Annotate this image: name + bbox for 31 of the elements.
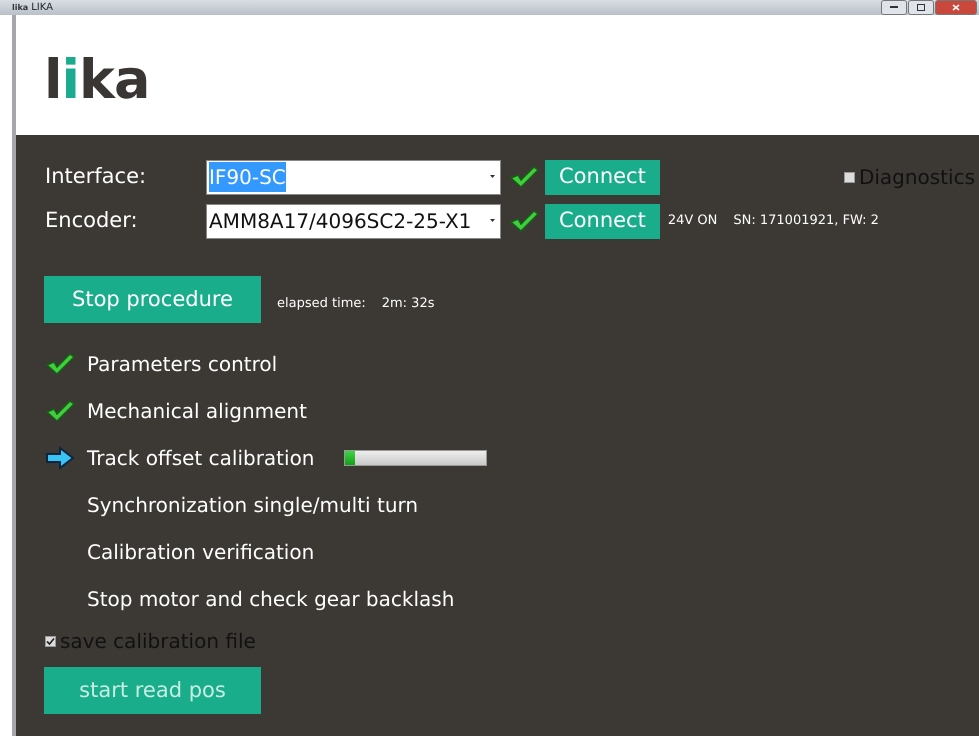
save-file-checkbox[interactable] (45, 636, 56, 646)
window-title: LIKA (31, 1, 53, 15)
app-icon: lika (12, 2, 28, 14)
logo: lika (44, 48, 150, 111)
close-button[interactable] (935, 0, 977, 15)
arrow-right-icon (45, 446, 75, 470)
check-icon (45, 398, 75, 422)
encoder-dropdown[interactable]: AMM8A17/4096SC2-25-X1 (206, 204, 501, 238)
check-icon (45, 352, 75, 376)
maximize-icon (917, 4, 925, 11)
interface-dropdown[interactable]: IF90-SC (206, 160, 501, 194)
connect-button[interactable]: Connect (545, 204, 660, 238)
step-label: Mechanical alignment (87, 398, 307, 424)
step-label: Stop motor and check gear backlash (87, 586, 454, 612)
diagnostics-checkbox[interactable] (844, 172, 855, 182)
step-label: Synchronization single/multi turn (87, 492, 418, 518)
step-label: Calibration verification (87, 538, 314, 566)
connect-button[interactable]: Connect (545, 160, 660, 194)
stop-procedure-button[interactable]: Stop procedure (44, 276, 261, 323)
step-label: Parameters control (87, 350, 278, 378)
minimize-icon (890, 6, 898, 9)
maximize-button[interactable] (908, 0, 934, 15)
elapsed-time-label: elapsed time: (277, 294, 366, 313)
elapsed-time: 2m: 32s (382, 294, 434, 313)
field-label: Encoder: (45, 207, 139, 234)
field-label: Interface: (45, 163, 148, 190)
minimize-button[interactable] (881, 0, 907, 15)
close-icon (952, 4, 960, 11)
step-label: Track offset calibration (87, 444, 314, 472)
power-status: 24V ON (668, 212, 718, 230)
device-info: SN: 171001921, FW: 2 (733, 212, 879, 230)
